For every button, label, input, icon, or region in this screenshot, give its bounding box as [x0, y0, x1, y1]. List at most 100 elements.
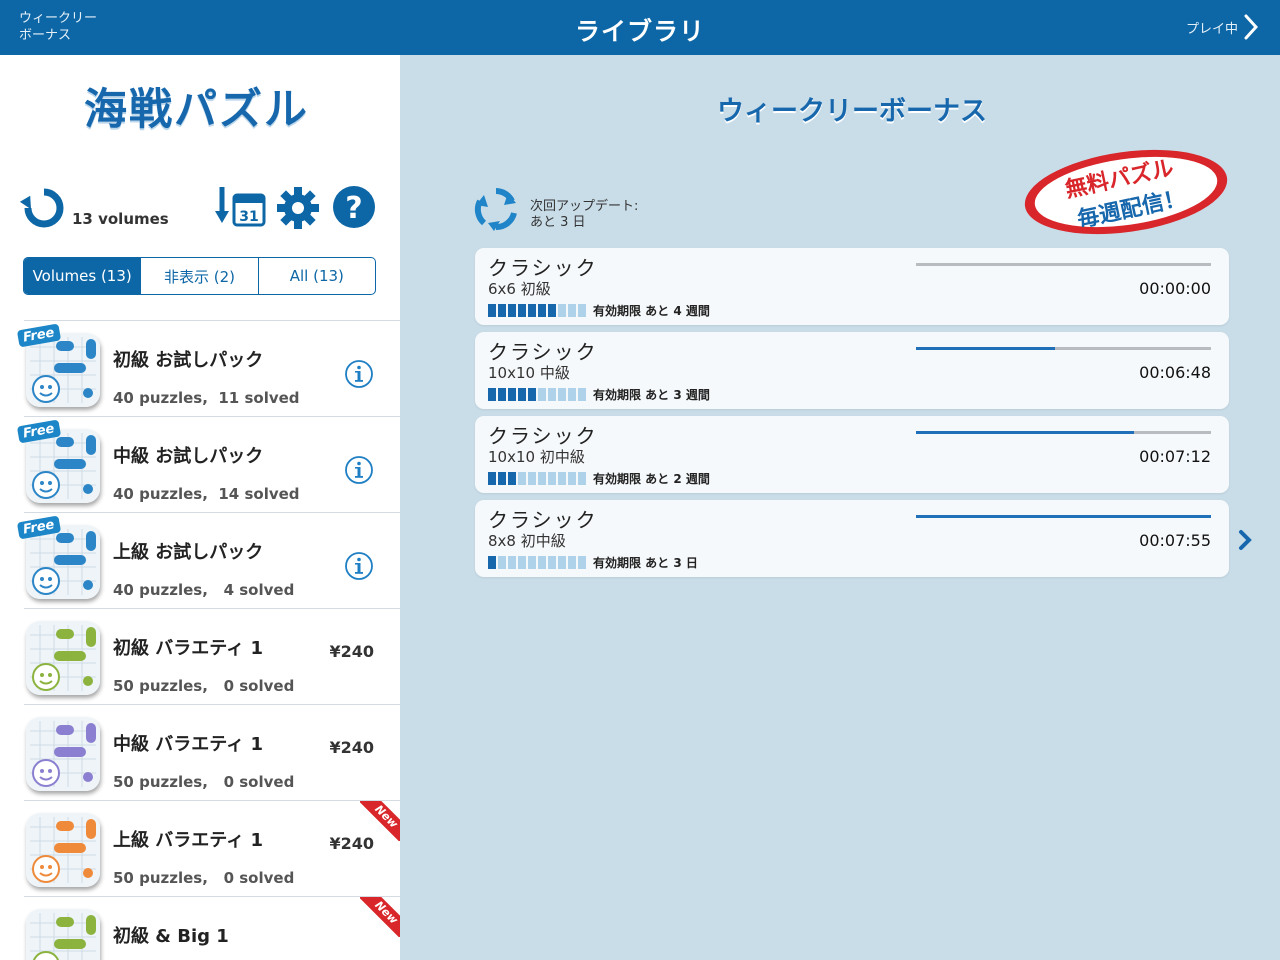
card-progress-fill [916, 347, 1055, 350]
card-title: クラシック [488, 508, 598, 532]
update-cycle-icon [474, 188, 517, 231]
expiry-meter [488, 471, 586, 485]
expiry-segment [508, 387, 516, 401]
puzzle-grid-icon [26, 621, 100, 695]
refresh-icon[interactable] [20, 186, 68, 230]
info-icon[interactable] [344, 359, 374, 389]
bonus-puzzle-card[interactable]: クラシック 8x8 初中級 00:07:55 有効期限 あと 3 日 [475, 500, 1229, 577]
expiry-segment [568, 303, 576, 317]
card-elapsed-time: 00:00:00 [1139, 279, 1211, 298]
library-sidebar: 海戦パズル 13 volumes 31 ? Volumes (13) 非表示 (… [0, 55, 400, 960]
expiry-segment [578, 303, 586, 317]
expiry-segment [558, 471, 566, 485]
pack-row[interactable]: Free 初級 お試しパック 40 puzzles, 11 solved [16, 320, 400, 416]
expiry-segment [538, 303, 546, 317]
pack-price[interactable]: ¥240 [329, 738, 374, 757]
pack-title: 初級 バラエティ 1 [113, 638, 263, 659]
expiry-meter [488, 555, 586, 569]
new-ribbon-label: New [360, 897, 400, 937]
pack-title: 中級 バラエティ 1 [113, 734, 263, 755]
expiry-segment [508, 303, 516, 317]
pack-row[interactable]: 初級 バラエティ 1 50 puzzles, 0 solved ¥240 [24, 608, 400, 704]
bonus-puzzle-card[interactable]: クラシック 6x6 初級 00:00:00 有効期限 あと 4 週間 [475, 248, 1229, 325]
expiry-segment [568, 555, 576, 569]
puzzle-grid-icon [26, 909, 100, 960]
pack-row[interactable]: Free 上級 お試しパック 40 puzzles, 4 solved [16, 512, 400, 608]
svg-text:?: ? [345, 191, 362, 226]
expiry-segment [518, 555, 526, 569]
expiry-text: 有効期限 あと 4 週間 [593, 303, 710, 318]
free-puzzle-stamp: 無料パズル 毎週配信！ [1022, 147, 1230, 237]
expiry-segment [518, 387, 526, 401]
card-title: クラシック [488, 424, 598, 448]
card-progress-bar [916, 347, 1211, 350]
next-update-value: あと 3 日 [530, 215, 586, 230]
expiry-segment [568, 471, 576, 485]
card-elapsed-time: 00:06:48 [1139, 363, 1211, 382]
segment-all[interactable]: All (13) [257, 258, 375, 294]
expiry-segment [578, 471, 586, 485]
expiry-segment [538, 555, 546, 569]
bonus-puzzle-card[interactable]: クラシック 10x10 中級 00:06:48 有効期限 あと 3 週間 [475, 332, 1229, 409]
expiry-segment [498, 555, 506, 569]
playing-button[interactable]: プレイ中 [1186, 14, 1258, 40]
sort-by-date-icon[interactable]: 31 [214, 185, 268, 231]
expiry-segment [528, 471, 536, 485]
expiry-text: 有効期限 あと 3 日 [593, 555, 698, 570]
pack-progress-text: 40 puzzles, 11 solved [113, 389, 300, 407]
help-icon[interactable]: ? [332, 185, 376, 229]
pack-price[interactable]: ¥240 [329, 642, 374, 661]
pack-row[interactable]: Free 中級 お試しパック 40 puzzles, 14 solved [16, 416, 400, 512]
card-title: クラシック [488, 340, 598, 364]
card-size-level: 6x6 初級 [488, 280, 551, 298]
card-expiry: 有効期限 あと 3 日 [488, 555, 698, 570]
gear-icon[interactable] [276, 186, 320, 230]
card-progress-fill [916, 515, 1211, 518]
card-progress-fill [916, 431, 1135, 434]
expiry-segment [508, 555, 516, 569]
pack-row[interactable]: New 上級 バラエティ 1 50 puzzles, 0 solved ¥240 [24, 800, 400, 896]
expiry-segment [548, 555, 556, 569]
pack-price[interactable]: ¥240 [329, 834, 374, 853]
card-size-level: 10x10 中級 [488, 364, 570, 382]
expiry-segment [548, 387, 556, 401]
library-toolbar: 13 volumes 31 ? [20, 185, 380, 231]
next-update-info: 次回アップデート: あと 3 日 [530, 199, 638, 231]
card-title: クラシック [488, 256, 598, 280]
pack-title: 初級 お試しパック [113, 350, 264, 371]
expiry-segment [498, 471, 506, 485]
expiry-segment [538, 471, 546, 485]
chevron-right-icon [1244, 14, 1258, 40]
page-title: ライブラリ [574, 17, 705, 46]
pack-thumbnail-icon [26, 813, 100, 887]
expiry-segment [488, 303, 496, 317]
expiry-segment [488, 555, 496, 569]
chevron-right-icon[interactable] [1238, 529, 1252, 551]
expiry-segment [548, 303, 556, 317]
pack-row[interactable]: New 初級 & Big 1 [24, 896, 400, 960]
segment-hidden[interactable]: 非表示 (2) [140, 258, 257, 294]
expiry-segment [498, 303, 506, 317]
pack-progress-text: 50 puzzles, 0 solved [113, 677, 295, 695]
playing-label: プレイ中 [1185, 21, 1238, 37]
info-icon[interactable] [344, 551, 374, 581]
pack-row[interactable]: 中級 バラエティ 1 50 puzzles, 0 solved ¥240 [24, 704, 400, 800]
pack-title: 上級 バラエティ 1 [113, 830, 263, 851]
expiry-text: 有効期限 あと 2 週間 [593, 471, 710, 486]
pack-title: 上級 お試しパック [113, 542, 264, 563]
expiry-segment [558, 387, 566, 401]
info-icon[interactable] [344, 455, 374, 485]
card-size-level: 10x10 初中級 [488, 448, 585, 466]
expiry-segment [548, 471, 556, 485]
segment-volumes[interactable]: Volumes (13) [24, 258, 141, 294]
weekly-bonus-panel: ウィークリーボーナス 次回アップデート: あと 3 日 無料パズル 毎週配信！ … [400, 55, 1280, 960]
expiry-segment [578, 387, 586, 401]
card-size-level: 8x8 初中級 [488, 532, 566, 550]
expiry-segment [528, 303, 536, 317]
card-elapsed-time: 00:07:55 [1139, 531, 1211, 550]
new-ribbon: New [360, 897, 400, 937]
card-elapsed-time: 00:07:12 [1139, 447, 1211, 466]
bonus-puzzle-card[interactable]: クラシック 10x10 初中級 00:07:12 有効期限 あと 2 週間 [475, 416, 1229, 493]
expiry-segment [488, 471, 496, 485]
volume-count: 13 volumes [72, 210, 169, 228]
